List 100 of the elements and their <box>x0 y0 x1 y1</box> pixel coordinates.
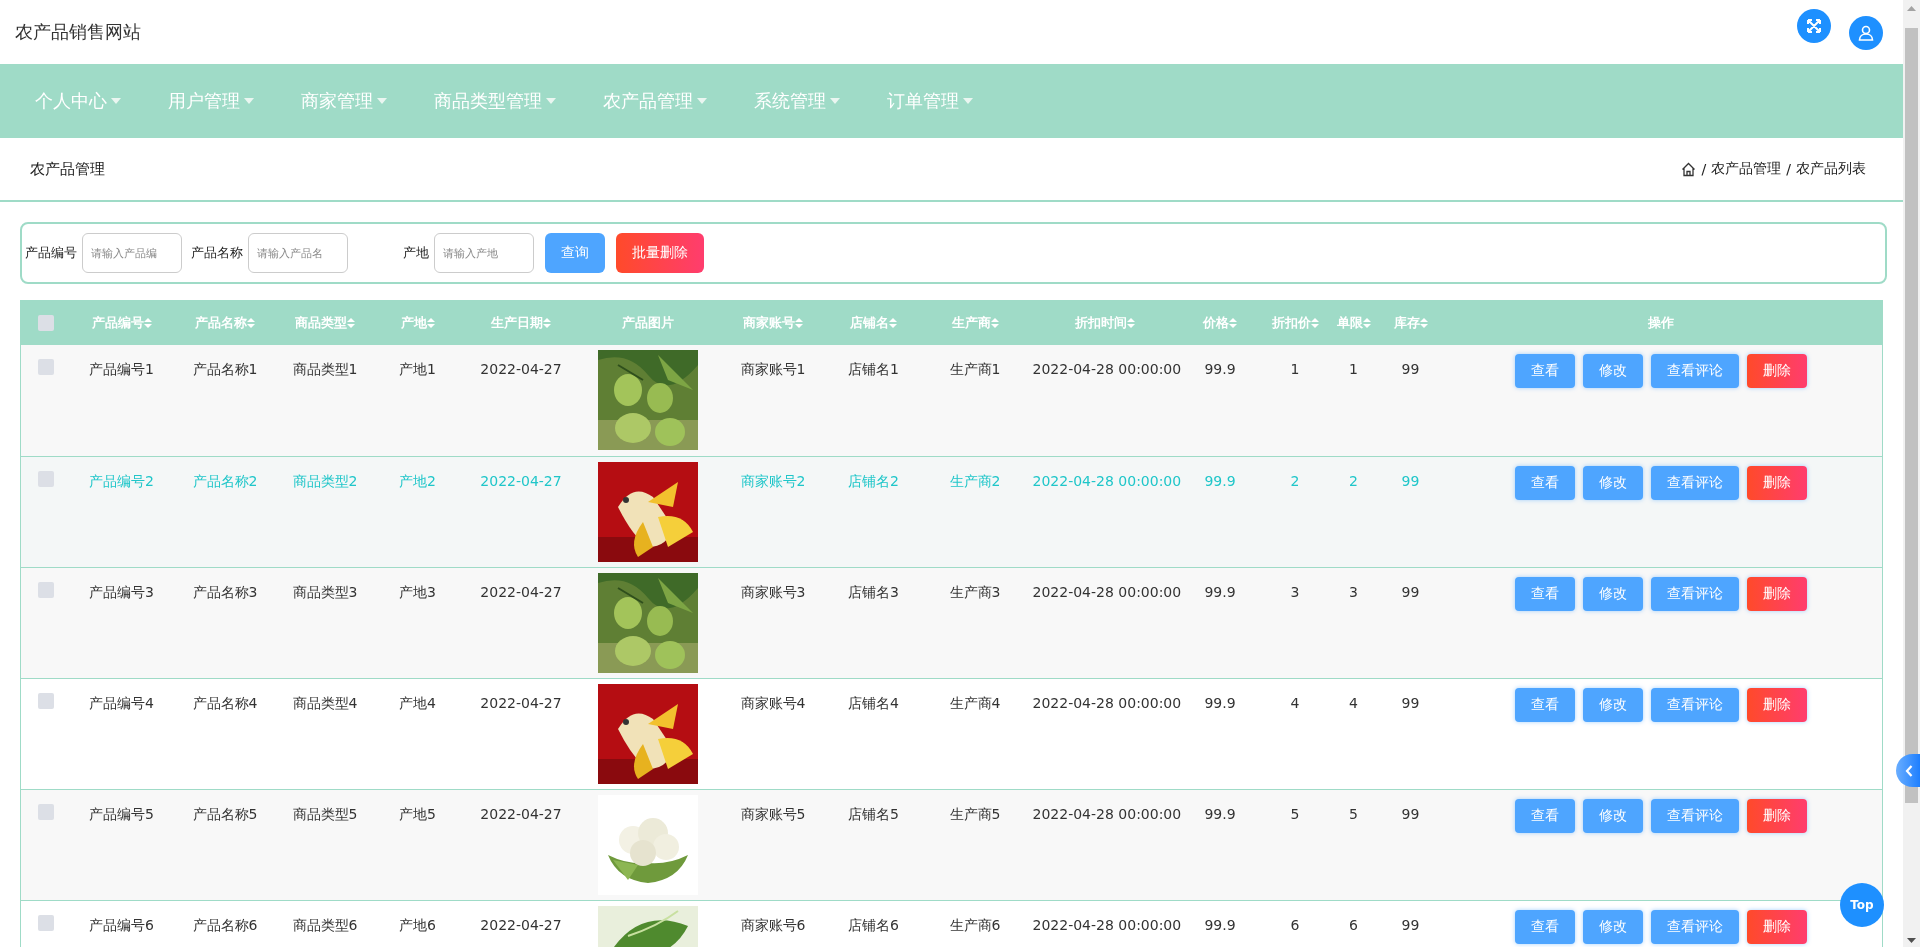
view-button[interactable]: 查看 <box>1515 354 1576 388</box>
table-cell: 店铺名2 <box>829 456 918 567</box>
column-header[interactable]: 价格 <box>1203 314 1229 330</box>
table-cell: 2022-04-27 <box>462 456 580 567</box>
nav-menu-item[interactable]: 个人中心 <box>35 89 121 113</box>
table-cell: 商品类型1 <box>277 345 373 456</box>
table-cell: 商品类型3 <box>277 567 373 678</box>
table-cell: 产品名称5 <box>172 789 278 900</box>
table-cell: 2022-04-27 <box>462 789 580 900</box>
column-header[interactable]: 商家账号 <box>743 314 795 330</box>
edit-button[interactable]: 修改 <box>1583 576 1644 611</box>
view-button[interactable]: 查看 <box>1515 687 1576 722</box>
table-cell: 产地4 <box>372 678 463 789</box>
nav-menu-item[interactable]: 用户管理 <box>168 89 254 113</box>
table-cell: 店铺名5 <box>829 789 918 900</box>
table-cell: 商家账号6 <box>716 900 830 947</box>
table-cell: 2022-04-27 <box>462 345 580 456</box>
nav-menu-item[interactable]: 农产品管理 <box>603 89 707 113</box>
table-cell: 店铺名4 <box>829 678 918 789</box>
table-cell: 6 <box>1263 900 1327 947</box>
delete-button[interactable]: 删除 <box>1747 576 1808 611</box>
input-field[interactable]: 请输入产品编 <box>82 233 182 273</box>
nav-menu-item[interactable]: 商品类型管理 <box>434 89 556 113</box>
table-cell: 商家账号4 <box>716 678 830 789</box>
field-label: 产地 <box>402 244 429 262</box>
table-cell: 2022-04-27 <box>462 567 580 678</box>
table-cell: 商品类型2 <box>277 456 373 567</box>
table-cell: 3 <box>1263 567 1327 678</box>
column-header: 产品图片 <box>622 314 674 330</box>
input-field[interactable]: 请输入产品名 <box>248 233 348 273</box>
column-header[interactable]: 单限 <box>1336 314 1363 330</box>
page-title: 农产品管理 <box>30 159 105 179</box>
comments-button[interactable]: 查看评论 <box>1651 465 1740 500</box>
column-header[interactable]: 产品编号 <box>91 314 144 330</box>
table-cell: 产品编号4 <box>70 678 173 789</box>
table-cell: 产品名称3 <box>172 567 278 678</box>
view-button[interactable]: 查看 <box>1515 465 1576 500</box>
table-cell: 商家账号1 <box>716 345 830 456</box>
nav-menu-item[interactable]: 系统管理 <box>754 89 840 113</box>
breadcrumb-link[interactable]: 农产品管理 <box>1711 160 1782 178</box>
table-cell: 商品类型5 <box>277 789 373 900</box>
view-button[interactable]: 查看 <box>1515 576 1576 611</box>
column-header[interactable]: 生产日期 <box>491 314 543 330</box>
table-cell: 产品名称2 <box>172 456 278 567</box>
comments-button[interactable]: 查看评论 <box>1651 576 1740 611</box>
table-cell: 生产商3 <box>917 567 1033 678</box>
column-header[interactable]: 产品名称 <box>195 314 247 330</box>
edit-button[interactable]: 修改 <box>1583 687 1644 722</box>
comments-button[interactable]: 查看评论 <box>1651 798 1740 833</box>
table-cell: 1 <box>1263 345 1327 456</box>
search-button[interactable]: 查询 <box>545 233 605 273</box>
table-cell: 2 <box>1326 456 1381 567</box>
table-cell: 5 <box>1326 789 1381 900</box>
nav-menu-item[interactable]: 商家管理 <box>301 89 387 113</box>
comments-button[interactable]: 查看评论 <box>1651 909 1740 944</box>
table-cell: 99 <box>1380 678 1441 789</box>
table-cell: 商家账号2 <box>716 456 830 567</box>
table-cell: 产品名称1 <box>172 345 278 456</box>
table-cell: 99 <box>1380 900 1441 947</box>
column-header[interactable]: 库存 <box>1393 314 1420 330</box>
table-cell: 店铺名3 <box>829 567 918 678</box>
view-button[interactable]: 查看 <box>1515 798 1576 833</box>
table-cell: 生产商6 <box>917 900 1033 947</box>
comments-button[interactable]: 查看评论 <box>1651 687 1740 722</box>
column-header[interactable]: 商品类型 <box>295 314 347 330</box>
field-label: 产品名称 <box>191 244 243 262</box>
edit-button[interactable]: 修改 <box>1583 798 1644 833</box>
column-header[interactable]: 生产商 <box>951 314 991 330</box>
delete-button[interactable]: 删除 <box>1747 798 1808 833</box>
table-cell: 产品编号2 <box>70 456 173 567</box>
delete-button[interactable]: 删除 <box>1747 465 1808 500</box>
table-cell: 店铺名6 <box>829 900 918 947</box>
edit-button[interactable]: 修改 <box>1583 465 1644 500</box>
view-button[interactable]: 查看 <box>1515 909 1576 944</box>
edit-button[interactable]: 修改 <box>1583 354 1644 388</box>
breadcrumb-link[interactable]: 农产品列表 <box>1796 160 1866 178</box>
table-cell: 产地2 <box>372 456 463 567</box>
column-header[interactable]: 折扣价 <box>1271 314 1311 330</box>
delete-button[interactable]: 删除 <box>1747 354 1808 388</box>
site-title: 农产品销售网站 <box>15 20 141 44</box>
column-header[interactable]: 店铺名 <box>850 314 889 330</box>
input-field[interactable]: 请输入产地 <box>434 233 534 273</box>
nav-menu-item[interactable]: 订单管理 <box>887 89 973 113</box>
table-cell: 商品类型6 <box>277 900 373 947</box>
column-header[interactable]: 产地 <box>400 314 427 330</box>
column-header[interactable]: 折扣时间 <box>1074 314 1127 330</box>
delete-button[interactable]: 删除 <box>1747 687 1808 722</box>
breadcrumb-separator: / <box>1701 161 1707 177</box>
comments-button[interactable]: 查看评论 <box>1651 354 1740 388</box>
table-cell: 6 <box>1326 900 1381 947</box>
table-cell: 4 <box>1326 678 1381 789</box>
table-cell: 99 <box>1380 789 1441 900</box>
edit-button[interactable]: 修改 <box>1583 909 1644 944</box>
table-cell: 产品名称4 <box>172 678 278 789</box>
table-cell: 商品类型4 <box>277 678 373 789</box>
table-cell: 产地5 <box>372 789 463 900</box>
delete-button[interactable]: 删除 <box>1747 909 1808 944</box>
table-cell: 99 <box>1380 456 1441 567</box>
batch-delete-button[interactable]: 批量删除 <box>616 233 704 273</box>
table-cell: 4 <box>1263 678 1327 789</box>
